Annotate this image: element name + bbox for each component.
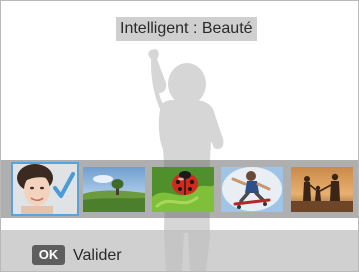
scene-mode-title: Intelligent : Beauté: [116, 17, 257, 41]
beauty-filmstrip: [1, 160, 358, 218]
sunset-family-thumbnail-icon: [291, 167, 353, 212]
thumbnail-portrait[interactable]: [11, 162, 79, 216]
landscape-thumbnail-icon: [83, 167, 145, 212]
thumbnail-landscape[interactable]: [83, 167, 145, 212]
portrait-thumbnail-icon: [13, 164, 77, 214]
thumbnail-sunset[interactable]: [291, 167, 353, 212]
thumbnail-action[interactable]: [221, 167, 283, 212]
action-thumbnail-icon: [221, 167, 283, 212]
macro-ladybug-thumbnail-icon: [152, 167, 214, 212]
validate-label: Valider: [73, 247, 122, 264]
thumbnail-macro[interactable]: [152, 167, 214, 212]
ok-button-icon[interactable]: OK: [32, 245, 65, 265]
camera-screen: Intelligent : Beauté OK Valider: [0, 0, 359, 272]
bottom-guide-bar: OK Valider: [1, 230, 358, 271]
